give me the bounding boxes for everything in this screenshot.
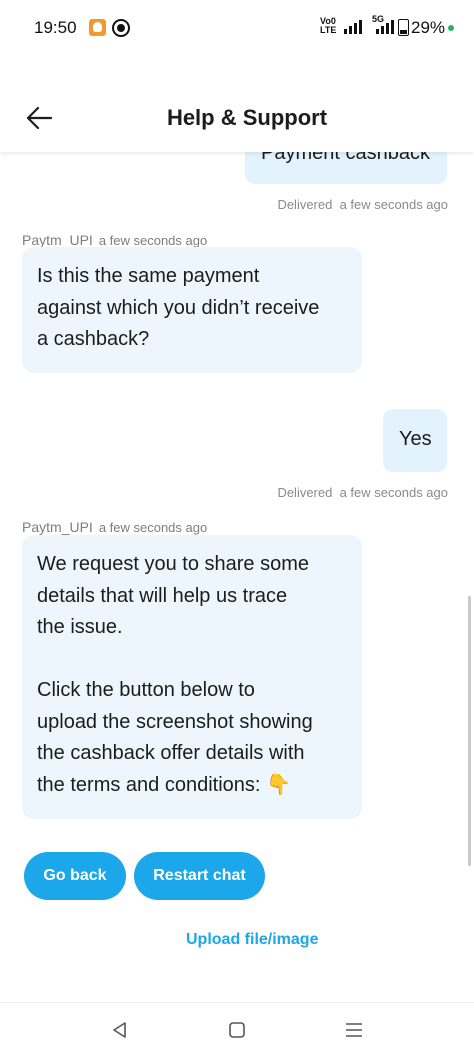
battery-icon: [398, 19, 409, 36]
bot-sender: Paytm_UPI a few seconds ago: [22, 519, 207, 535]
signal-icon: [344, 20, 362, 34]
back-triangle-icon: [113, 1022, 126, 1038]
volte-indicator: Vo0 LTE: [320, 16, 337, 35]
bot-message-bubble: We request you to share some details tha…: [22, 535, 362, 819]
delivery-status: Delivered a few seconds ago: [277, 197, 448, 212]
user-message-text: Yes: [399, 428, 432, 450]
restart-chat-button[interactable]: Restart chat: [134, 852, 265, 900]
status-bar: 19:50 Vo0 LTE 5G 29%: [0, 0, 474, 52]
delivery-status: Delivered a few seconds ago: [277, 485, 448, 500]
nav-back-button[interactable]: [108, 1019, 130, 1041]
user-message-bubble: Payment cashback: [245, 152, 447, 184]
go-back-button[interactable]: Go back: [24, 852, 126, 900]
bot-sender: Paytm_UPI a few seconds ago: [22, 232, 207, 248]
chat-area[interactable]: Payment cashback Delivered a few seconds…: [0, 152, 474, 1002]
sender-name: Paytm_UPI: [22, 519, 93, 535]
page-title: Help & Support: [166, 105, 328, 130]
signal-icon: [376, 20, 394, 34]
sender-time: a few seconds ago: [98, 520, 208, 535]
upload-file-link[interactable]: Upload file/image: [186, 931, 318, 949]
messenger-icon: [112, 19, 130, 37]
user-message-text: Payment cashback: [261, 152, 430, 164]
system-nav-bar: [0, 1002, 474, 1059]
nav-home-button[interactable]: [226, 1019, 248, 1041]
sender-name: Paytm_UPI: [22, 232, 93, 248]
nav-menu-button[interactable]: [343, 1019, 365, 1041]
menu-lines-icon: [346, 1023, 362, 1037]
app-notification-icon: [89, 19, 106, 36]
sender-time: a few seconds ago: [98, 233, 208, 248]
app-header: Help & Support: [0, 52, 474, 152]
user-message-bubble: Yes: [383, 409, 447, 472]
bot-message-bubble: Is this the same payment against which y…: [22, 247, 362, 373]
home-square-icon: [229, 1022, 245, 1038]
battery-percent: 29%: [411, 18, 446, 37]
status-time: 19:50: [34, 18, 77, 37]
chat-scrollbar[interactable]: [468, 596, 471, 866]
status-dot-icon: [448, 25, 454, 31]
